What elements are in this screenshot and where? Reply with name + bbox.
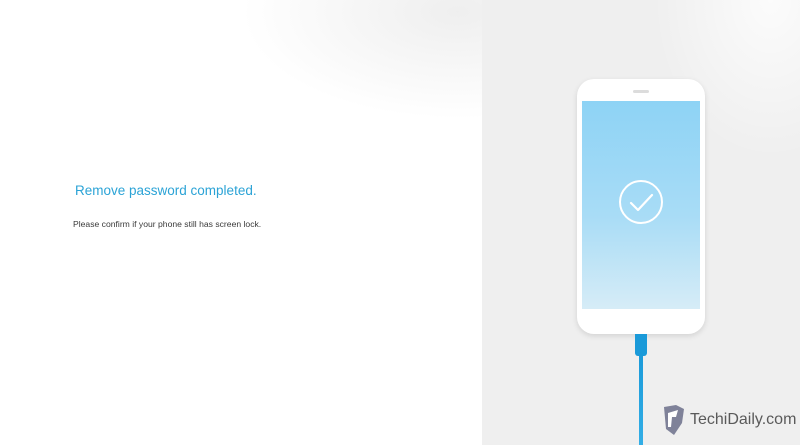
phone-illustration — [577, 79, 705, 334]
phone-screen — [582, 101, 700, 309]
completion-title: Remove password completed. — [75, 183, 257, 198]
confirmation-message: Please confirm if your phone still has s… — [73, 219, 262, 229]
check-circle-icon — [619, 180, 663, 224]
status-panel: Remove password completed. Please confir… — [0, 0, 482, 445]
watermark-logo-icon — [664, 405, 684, 435]
app-window: Remove password completed. Please confir… — [0, 0, 800, 445]
phone-speaker — [633, 90, 649, 93]
usb-plug — [635, 334, 647, 356]
usb-cable — [639, 354, 643, 445]
watermark: TechiDaily.com — [660, 402, 796, 438]
watermark-text: TechiDaily.com — [690, 411, 797, 428]
